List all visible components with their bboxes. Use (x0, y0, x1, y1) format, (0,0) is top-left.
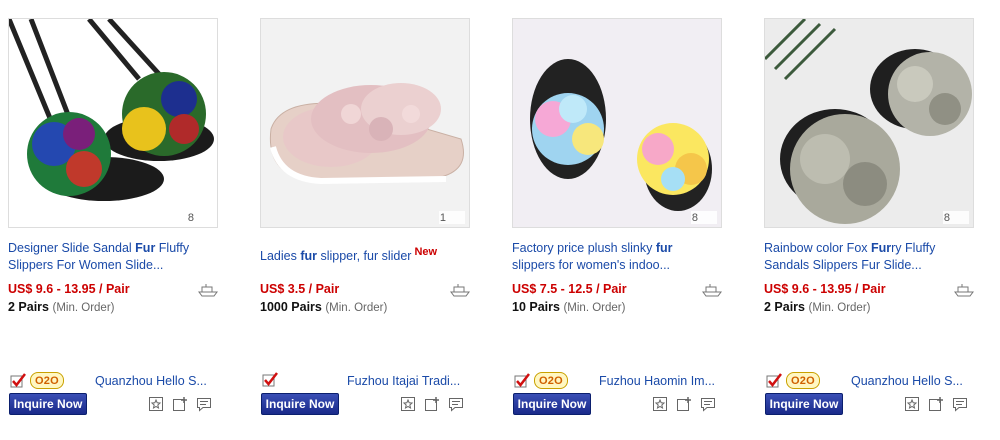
supplier-badges: O2O (766, 372, 820, 389)
image-count[interactable]: 1 (438, 211, 465, 224)
supplier-badges: O2O (10, 372, 64, 389)
o2o-badge[interactable]: O2O (534, 372, 568, 389)
slipper-photo (513, 19, 721, 227)
chat-icon[interactable] (448, 396, 464, 412)
product-image[interactable]: 8 (764, 18, 974, 228)
title-text: slippers for women's indoo... (512, 258, 671, 272)
min-order-note: (Min. Order) (325, 302, 388, 314)
image-count-value: 8 (187, 211, 194, 224)
product-grid: 8 Designer Slide Sandal Fur Fluffy Slipp… (0, 0, 1000, 440)
product-card: 8 Designer Slide Sandal Fur Fluffy Slipp… (8, 0, 248, 440)
card-actions (148, 396, 212, 412)
product-title[interactable]: Ladies fur slipper, fur slider New (260, 244, 460, 265)
product-image[interactable]: 8 (512, 18, 722, 228)
slipper-photo (9, 19, 217, 227)
image-count[interactable]: 8 (690, 211, 717, 224)
min-order-note: (Min. Order) (808, 302, 871, 314)
picture-icon (448, 211, 464, 224)
min-order-value: 2 Pairs (764, 300, 806, 314)
card-actions (652, 396, 716, 412)
min-order: 2 Pairs (Min. Order) (8, 300, 114, 314)
min-order-value: 1000 Pairs (260, 300, 322, 314)
slipper-photo (261, 19, 469, 227)
product-price: US$ 3.5 / Pair (260, 282, 340, 296)
min-order-value: 2 Pairs (8, 300, 50, 314)
add-to-compare-icon[interactable] (172, 396, 188, 412)
min-order-note: (Min. Order) (563, 302, 626, 314)
o2o-badge[interactable]: O2O (786, 372, 820, 389)
card-actions (400, 396, 464, 412)
verified-check-icon[interactable] (262, 372, 278, 388)
image-count[interactable]: 8 (186, 211, 213, 224)
favorite-icon[interactable] (904, 396, 920, 412)
ship-icon[interactable] (954, 283, 974, 297)
title-text: slipper, fur slider (316, 249, 412, 264)
product-title[interactable]: Rainbow color Fox Furry Fluffy Sandals S… (764, 240, 964, 274)
title-highlight: fur (655, 241, 673, 255)
favorite-icon[interactable] (400, 396, 416, 412)
product-price: US$ 9.6 - 13.95 / Pair (764, 282, 886, 296)
product-card: 8 Factory price plush slinky fur slipper… (512, 0, 752, 440)
picture-icon (196, 211, 212, 224)
product-image[interactable]: 1 (260, 18, 470, 228)
title-highlight: fur (300, 249, 317, 264)
favorite-icon[interactable] (652, 396, 668, 412)
inquire-now-button[interactable]: Inquire Now (765, 393, 843, 415)
card-actions (904, 396, 968, 412)
favorite-icon[interactable] (148, 396, 164, 412)
supplier-name[interactable]: Fuzhou Itajai Tradi... (347, 374, 469, 388)
ship-icon[interactable] (702, 283, 722, 297)
product-card: 8 Rainbow color Fox Furry Fluffy Sandals… (764, 0, 1000, 440)
chat-icon[interactable] (700, 396, 716, 412)
min-order: 10 Pairs (Min. Order) (512, 300, 625, 314)
slipper-photo (765, 19, 973, 227)
title-text: Rainbow color Fox (764, 241, 871, 255)
supplier-badges (262, 372, 278, 388)
add-to-compare-icon[interactable] (928, 396, 944, 412)
product-price: US$ 7.5 - 12.5 / Pair (512, 282, 627, 296)
inquire-now-button[interactable]: Inquire Now (261, 393, 339, 415)
supplier-name[interactable]: Fuzhou Haomin Im... (599, 374, 721, 388)
image-count-value: 8 (943, 211, 950, 224)
verified-check-icon[interactable] (766, 372, 782, 389)
o2o-badge[interactable]: O2O (30, 372, 64, 389)
title-text: Ladies (260, 249, 301, 264)
picture-icon (952, 211, 968, 224)
product-title[interactable]: Designer Slide Sandal Fur Fluffy Slipper… (8, 240, 208, 274)
chat-icon[interactable] (196, 396, 212, 412)
title-highlight: Fur (135, 241, 156, 255)
verified-check-icon[interactable] (10, 372, 26, 389)
title-text: Factory price plush slinky (512, 241, 656, 255)
image-count-value: 1 (439, 211, 446, 224)
title-highlight: Fur (871, 241, 892, 255)
supplier-badges: O2O (514, 372, 568, 389)
min-order-note: (Min. Order) (52, 302, 115, 314)
ship-icon[interactable] (450, 283, 470, 297)
picture-icon (700, 211, 716, 224)
product-price: US$ 9.6 - 13.95 / Pair (8, 282, 130, 296)
min-order: 2 Pairs (Min. Order) (764, 300, 870, 314)
chat-icon[interactable] (952, 396, 968, 412)
product-title[interactable]: Factory price plush slinky fur slippers … (512, 240, 712, 274)
image-count-value: 8 (691, 211, 698, 224)
ship-icon[interactable] (198, 283, 218, 297)
add-to-compare-icon[interactable] (676, 396, 692, 412)
title-text: Designer Slide Sandal (8, 241, 136, 255)
supplier-name[interactable]: Quanzhou Hello S... (95, 374, 217, 388)
product-card: 1 Ladies fur slipper, fur slider New US$ … (260, 0, 500, 440)
add-to-compare-icon[interactable] (424, 396, 440, 412)
product-image[interactable]: 8 (8, 18, 218, 228)
inquire-now-button[interactable]: Inquire Now (513, 393, 591, 415)
inquire-now-button[interactable]: Inquire Now (9, 393, 87, 415)
verified-check-icon[interactable] (514, 372, 530, 389)
min-order-value: 10 Pairs (512, 300, 560, 314)
supplier-name[interactable]: Quanzhou Hello S... (851, 374, 973, 388)
image-count[interactable]: 8 (942, 211, 969, 224)
min-order: 1000 Pairs (Min. Order) (260, 300, 387, 314)
new-badge: New (414, 246, 438, 258)
